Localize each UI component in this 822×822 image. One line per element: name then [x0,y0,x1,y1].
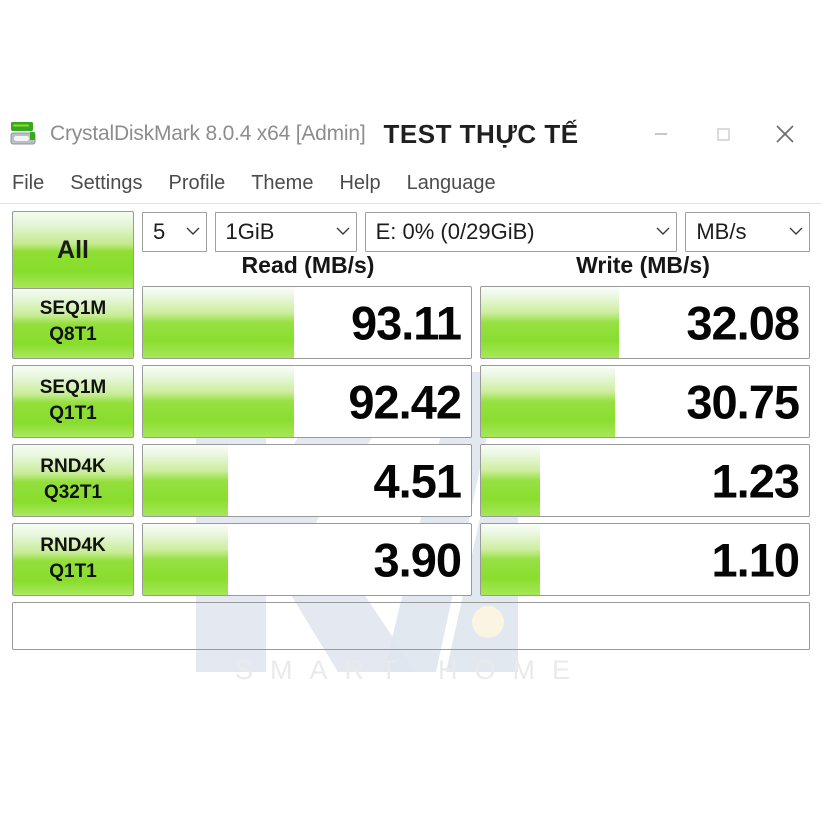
close-icon [776,125,794,143]
test-name: SEQ1M [39,376,107,398]
column-headers: Read (MB/s) Write (MB/s) [0,252,822,286]
read-score-bar [143,366,294,437]
write-score-cell-3: 1.10 [480,523,810,596]
menu-item-profile[interactable]: Profile [169,172,226,195]
chevron-down-icon [789,223,803,241]
table-row: SEQ1M Q8T1 93.11 32.08 [12,286,810,359]
test-name: RND4K [40,455,106,477]
menu-bar: File Settings Profile Theme Help Languag… [0,163,822,204]
test-size-select[interactable]: 1GiB [214,212,357,252]
close-button[interactable] [754,108,816,160]
table-row: SEQ1M Q1T1 92.42 30.75 [12,365,810,438]
maximize-icon [717,128,730,141]
read-score-value: 4.51 [373,454,462,507]
status-bar [12,602,810,650]
write-score-cell-2: 1.23 [480,444,810,517]
chevron-down-icon [336,223,350,241]
menu-item-settings[interactable]: Settings [70,172,142,195]
queue-depth: Q1T1 [49,560,97,582]
queue-depth: Q1T1 [49,402,97,424]
chevron-down-icon [186,223,200,241]
test-name: SEQ1M [39,297,107,319]
read-score-bar [143,287,294,358]
unit-select[interactable]: MB/s [685,212,810,252]
read-score-cell-0: 93.11 [142,286,472,359]
write-score-bar [481,287,619,358]
test-label-button-seq1m-q1t1[interactable]: SEQ1M Q1T1 [12,365,134,438]
write-score-bar [481,445,541,516]
write-score-value: 1.10 [711,533,800,586]
table-row: RND4K Q1T1 3.90 1.10 [12,523,810,596]
read-column-header: Read (MB/s) [241,252,375,278]
title-bar: CrystalDiskMark 8.0.4 x64 [Admin] TEST T… [0,105,822,163]
maximize-button[interactable] [692,108,754,160]
test-label-button-rnd4k-q32t1[interactable]: RND4K Q32T1 [12,444,134,517]
read-score-cell-2: 4.51 [142,444,472,517]
queue-depth: Q8T1 [49,323,97,345]
menu-item-theme[interactable]: Theme [251,172,313,195]
test-label-button-rnd4k-q1t1[interactable]: RND4K Q1T1 [12,523,134,596]
read-score-cell-3: 3.90 [142,523,472,596]
write-score-value: 30.75 [686,375,800,428]
write-score-cell-0: 32.08 [480,286,810,359]
write-column-header: Write (MB/s) [576,252,710,278]
menu-item-help[interactable]: Help [339,172,380,195]
read-score-value: 93.11 [350,296,462,349]
write-score-value: 1.23 [711,454,800,507]
table-row: RND4K Q32T1 4.51 1.23 [12,444,810,517]
chevron-down-icon [656,223,670,241]
write-score-cell-1: 30.75 [480,365,810,438]
test-size-value: 1GiB [225,219,275,244]
drive-select[interactable]: E: 0% (0/29GiB) [364,212,678,252]
menu-item-file[interactable]: File [12,172,44,195]
minimize-button[interactable] [630,108,692,160]
write-score-bar [481,366,616,437]
read-score-cell-1: 92.42 [142,365,472,438]
watermark-text: SMART HOME [234,655,588,685]
test-name: RND4K [40,534,106,556]
menu-item-language[interactable]: Language [407,172,496,195]
minimize-icon [655,133,667,135]
test-count-select[interactable]: 5 [142,212,207,252]
queue-depth: Q32T1 [43,481,103,503]
result-grid: SEQ1M Q8T1 93.11 32.08 SEQ1M Q1T1 92.42 [0,286,822,596]
app-title: CrystalDiskMark 8.0.4 x64 [Admin] [50,122,366,145]
read-score-bar [143,524,229,595]
crystaldiskmark-app-icon [8,119,38,149]
read-score-value: 3.90 [373,533,462,586]
window-controls [630,105,816,163]
drive-value: E: 0% (0/29GiB) [375,219,535,244]
test-count-value: 5 [153,219,166,244]
read-score-bar [143,445,229,516]
test-label-button-seq1m-q8t1[interactable]: SEQ1M Q8T1 [12,286,134,359]
read-score-value: 92.42 [348,375,462,428]
overlay-title-text: TEST THỰC TẾ [383,118,579,149]
write-score-value: 32.08 [686,296,800,349]
write-score-bar [481,524,541,595]
crystaldiskmark-window: CrystalDiskMark 8.0.4 x64 [Admin] TEST T… [0,105,822,650]
unit-value: MB/s [696,219,747,244]
